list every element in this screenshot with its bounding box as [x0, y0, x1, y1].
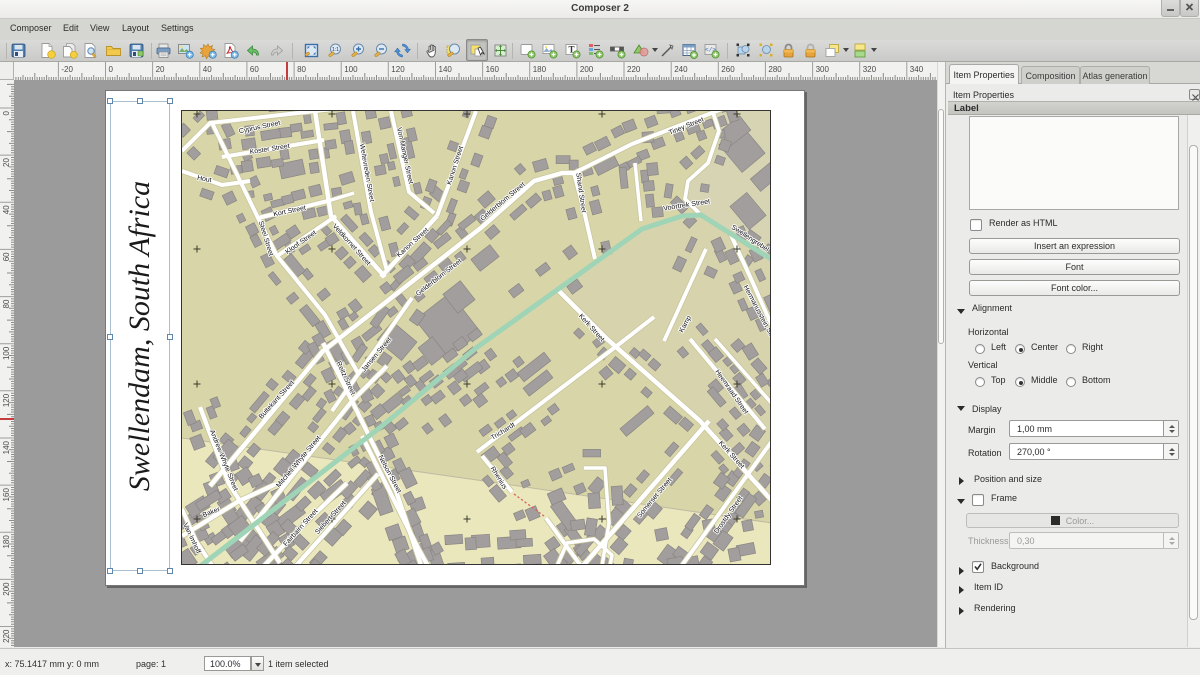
svg-text:180: 180 [2, 535, 11, 549]
svg-text:220: 220 [2, 629, 11, 643]
svg-text:60: 60 [250, 65, 259, 74]
svg-text:60: 60 [2, 252, 11, 261]
svg-text:40: 40 [203, 65, 212, 74]
svg-text:40: 40 [2, 205, 11, 214]
svg-text:80: 80 [297, 65, 306, 74]
svg-text:1:1: 1:1 [332, 47, 339, 53]
svg-text:140: 140 [2, 440, 11, 454]
svg-text:260: 260 [721, 65, 735, 74]
svg-text:120: 120 [2, 393, 11, 407]
svg-text:0: 0 [2, 110, 11, 115]
svg-text:300: 300 [816, 65, 830, 74]
svg-text:200: 200 [2, 582, 11, 596]
svg-text:-20: -20 [61, 65, 73, 74]
svg-text:120: 120 [391, 65, 405, 74]
svg-text:20: 20 [2, 158, 11, 167]
svg-text:200: 200 [580, 65, 594, 74]
svg-text:220: 220 [627, 65, 641, 74]
svg-text:240: 240 [674, 65, 688, 74]
svg-text:20: 20 [156, 65, 165, 74]
svg-text:340: 340 [910, 65, 924, 74]
svg-text:140: 140 [439, 65, 453, 74]
svg-text:0: 0 [109, 65, 114, 74]
svg-text:80: 80 [2, 299, 11, 308]
svg-text:180: 180 [533, 65, 547, 74]
svg-text:100: 100 [2, 346, 11, 360]
svg-text:320: 320 [863, 65, 877, 74]
svg-text:100: 100 [344, 65, 358, 74]
svg-text:160: 160 [486, 65, 500, 74]
svg-text:280: 280 [768, 65, 782, 74]
svg-text:160: 160 [2, 488, 11, 502]
